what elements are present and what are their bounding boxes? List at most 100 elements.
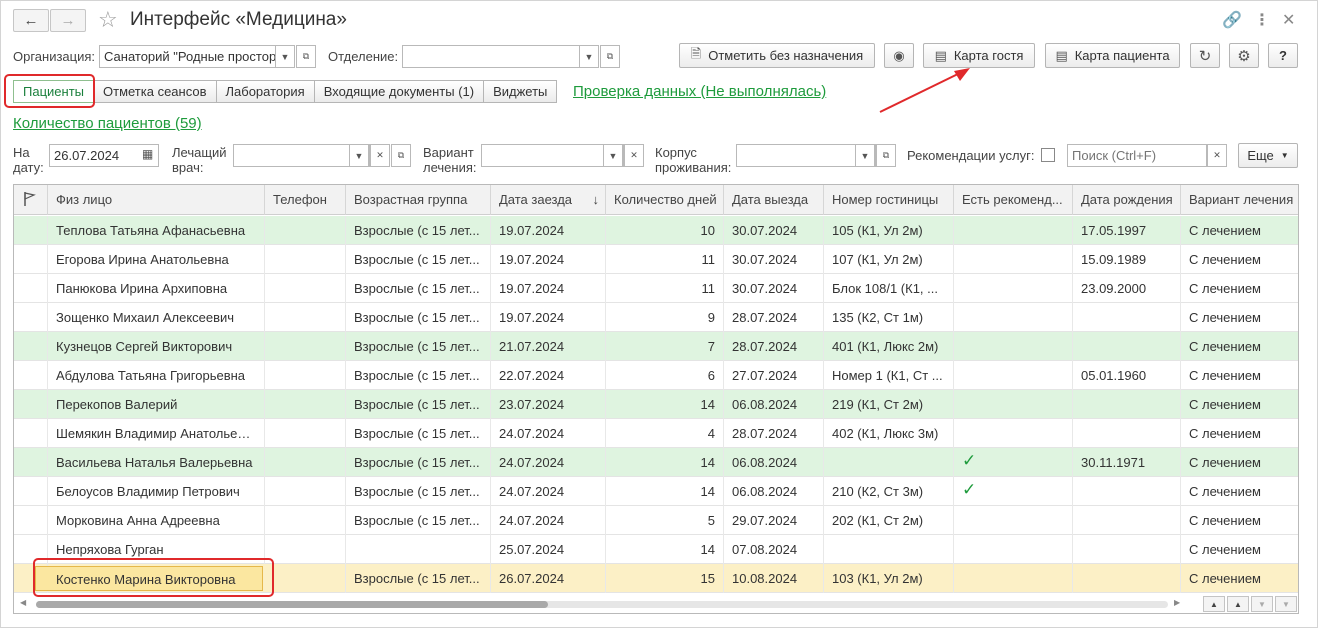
column-header-name[interactable]: Физ лицо	[48, 185, 265, 215]
search-input[interactable]	[1067, 144, 1207, 167]
help-button[interactable]: ?	[1268, 43, 1298, 68]
column-header-treatment[interactable]: Вариант лечения	[1181, 185, 1298, 215]
cell-departure: 27.07.2024	[724, 361, 824, 390]
organization-dropdown-button[interactable]: ▼	[275, 45, 295, 68]
table-row[interactable]: Абдулова Татьяна Григорьевна Взрослые (с …	[14, 361, 1298, 390]
cell-flag	[14, 390, 48, 419]
cell-treatment: С лечением	[1181, 332, 1298, 361]
scroll-thumb[interactable]	[36, 601, 548, 608]
tab-widgets[interactable]: Виджеты	[484, 80, 558, 103]
table-row[interactable]: Панюкова Ирина Архиповна Взрослые (с 15 л…	[14, 274, 1298, 303]
cell-phone	[265, 477, 346, 506]
table-row[interactable]: Егорова Ирина Анатольевна Взрослые (с 15 …	[14, 245, 1298, 274]
column-header-birth-date[interactable]: Дата рождения	[1073, 185, 1181, 215]
cell-birth-date	[1073, 419, 1181, 448]
department-dropdown-button[interactable]: ▼	[579, 45, 599, 68]
more-vertical-icon[interactable]: ⋮	[1254, 10, 1270, 30]
cell-birth-date	[1073, 477, 1181, 506]
more-button[interactable]: Еще ▼	[1238, 143, 1298, 168]
cell-departure: 28.07.2024	[724, 419, 824, 448]
cell-age-group: Взрослые (с 15 лет...	[346, 506, 491, 535]
building-open-button[interactable]: ⧉	[876, 144, 896, 167]
column-header-age-group[interactable]: Возрастная группа	[346, 185, 491, 215]
table-row[interactable]: Зощенко Михаил Алексеевич Взрослые (с 15 …	[14, 303, 1298, 332]
cell-recommendations	[954, 245, 1073, 274]
cell-arrival: 24.07.2024	[491, 448, 606, 477]
cell-room: 210 (К2, Ст 3м)	[824, 477, 954, 506]
scroll-right-icon[interactable]: ▶	[1174, 598, 1180, 607]
cell-room: Блок 108/1 (К1, ...	[824, 274, 954, 303]
tab-sessions[interactable]: Отметка сеансов	[94, 80, 217, 103]
refresh-button[interactable]: ↻	[1190, 43, 1220, 68]
department-label: Отделение:	[328, 49, 399, 64]
scroll-top-button[interactable]: ▲	[1203, 596, 1225, 612]
cell-age-group: Взрослые (с 15 лет...	[346, 245, 491, 274]
check-icon: ✓	[962, 451, 977, 470]
cell-age-group: Взрослые (с 15 лет...	[346, 390, 491, 419]
tab-laboratory[interactable]: Лаборатория	[216, 80, 315, 103]
column-header-room[interactable]: Номер гостиницы	[824, 185, 954, 215]
flag-column-icon[interactable]	[14, 185, 48, 215]
table-row[interactable]: Васильева Наталья Валерьевна Взрослые (с …	[14, 448, 1298, 477]
close-icon[interactable]: ✕	[1282, 10, 1295, 30]
column-header-arrival[interactable]: Дата заезда ↓	[491, 185, 606, 215]
data-check-link[interactable]: Проверка данных (Не выполнялась)	[573, 83, 826, 100]
search-clear-button[interactable]: ✕	[1207, 144, 1227, 167]
table-row[interactable]: Перекопов Валерий Взрослые (с 15 лет... 23…	[14, 390, 1298, 419]
doctor-open-button[interactable]: ⧉	[391, 144, 411, 167]
cell-treatment: С лечением	[1181, 390, 1298, 419]
column-header-departure[interactable]: Дата выезда	[724, 185, 824, 215]
department-open-button[interactable]: ⧉	[600, 45, 620, 68]
cell-name: Егорова Ирина Анатольевна	[48, 245, 265, 274]
treatment-dropdown-button[interactable]: ▼	[603, 144, 623, 167]
table-row[interactable]: Теплова Татьяна Афанасьевна Взрослые (с 1…	[14, 216, 1298, 245]
scroll-down-button[interactable]: ▼	[1251, 596, 1273, 612]
tab-incoming-documents[interactable]: Входящие документы (1)	[314, 80, 485, 103]
table-row[interactable]: Шемякин Владимир Анатольевич Взрослые (с …	[14, 419, 1298, 448]
mark-without-assignment-button[interactable]: 🗎 Отметить без назначения	[679, 43, 875, 68]
cell-room: 219 (К1, Ст 2м)	[824, 390, 954, 419]
department-field[interactable]	[402, 45, 580, 68]
cell-flag	[14, 506, 48, 535]
table-row[interactable]: Белоусов Владимир Петрович Взрослые (с 15…	[14, 477, 1298, 506]
check-icon: ✓	[962, 480, 977, 499]
column-header-days[interactable]: Количество дней	[606, 185, 724, 215]
horizontal-scrollbar[interactable]: ◀ ▶	[14, 597, 1194, 611]
cell-age-group: Взрослые (с 15 лет...	[346, 448, 491, 477]
patient-count-link[interactable]: Количество пациентов (59)	[13, 115, 202, 132]
cell-age-group: Взрослые (с 15 лет...	[346, 361, 491, 390]
patient-card-button[interactable]: ▤ Карта пациента	[1045, 43, 1180, 68]
cell-arrival: 24.07.2024	[491, 506, 606, 535]
doctor-dropdown-button[interactable]: ▼	[349, 144, 369, 167]
cell-birth-date	[1073, 564, 1181, 593]
cell-days: 15	[606, 564, 724, 593]
recommendations-checkbox[interactable]	[1041, 148, 1055, 162]
column-header-recommendations[interactable]: Есть рекоменд...	[954, 185, 1073, 215]
calendar-icon[interactable]: ▦	[142, 147, 153, 161]
organization-open-button[interactable]: ⧉	[296, 45, 316, 68]
scroll-left-icon[interactable]: ◀	[20, 598, 26, 607]
scroll-bottom-button[interactable]: ▼	[1275, 596, 1297, 612]
back-button[interactable]: ←	[13, 9, 49, 32]
table-row[interactable]: Кузнецов Сергей Викторович Взрослые (с 15…	[14, 332, 1298, 361]
sort-down-icon: ↓	[592, 192, 600, 207]
cell-flag	[14, 361, 48, 390]
table-row[interactable]: Морковина Анна Адреевна Взрослые (с 15 ле…	[14, 506, 1298, 535]
building-dropdown-button[interactable]: ▼	[855, 144, 875, 167]
selected-name-text: Костенко Марина Викторовна	[56, 572, 236, 587]
forward-button[interactable]: →	[50, 9, 86, 32]
column-header-phone[interactable]: Телефон	[265, 185, 346, 215]
recommendations-label: Рекомендации услуг:	[907, 148, 1035, 163]
date-label: На дату:	[13, 145, 44, 175]
cell-days: 9	[606, 303, 724, 332]
organization-field[interactable]: Санаторий "Родные простор	[99, 45, 276, 68]
treatment-clear-button[interactable]: ✕	[624, 144, 644, 167]
settings-button[interactable]: ⚙	[1229, 43, 1259, 68]
scroll-up-button[interactable]: ▲	[1227, 596, 1249, 612]
star-icon[interactable]: ☆	[98, 7, 118, 33]
patients-table: Физ лицо Телефон Возрастная группа Дата …	[13, 184, 1299, 614]
doctor-clear-button[interactable]: ✕	[370, 144, 390, 167]
chevron-down-icon: ▼	[1280, 151, 1289, 160]
cell-recommendations: ✓	[954, 477, 1073, 506]
link-icon[interactable]: 🔗	[1222, 10, 1242, 30]
